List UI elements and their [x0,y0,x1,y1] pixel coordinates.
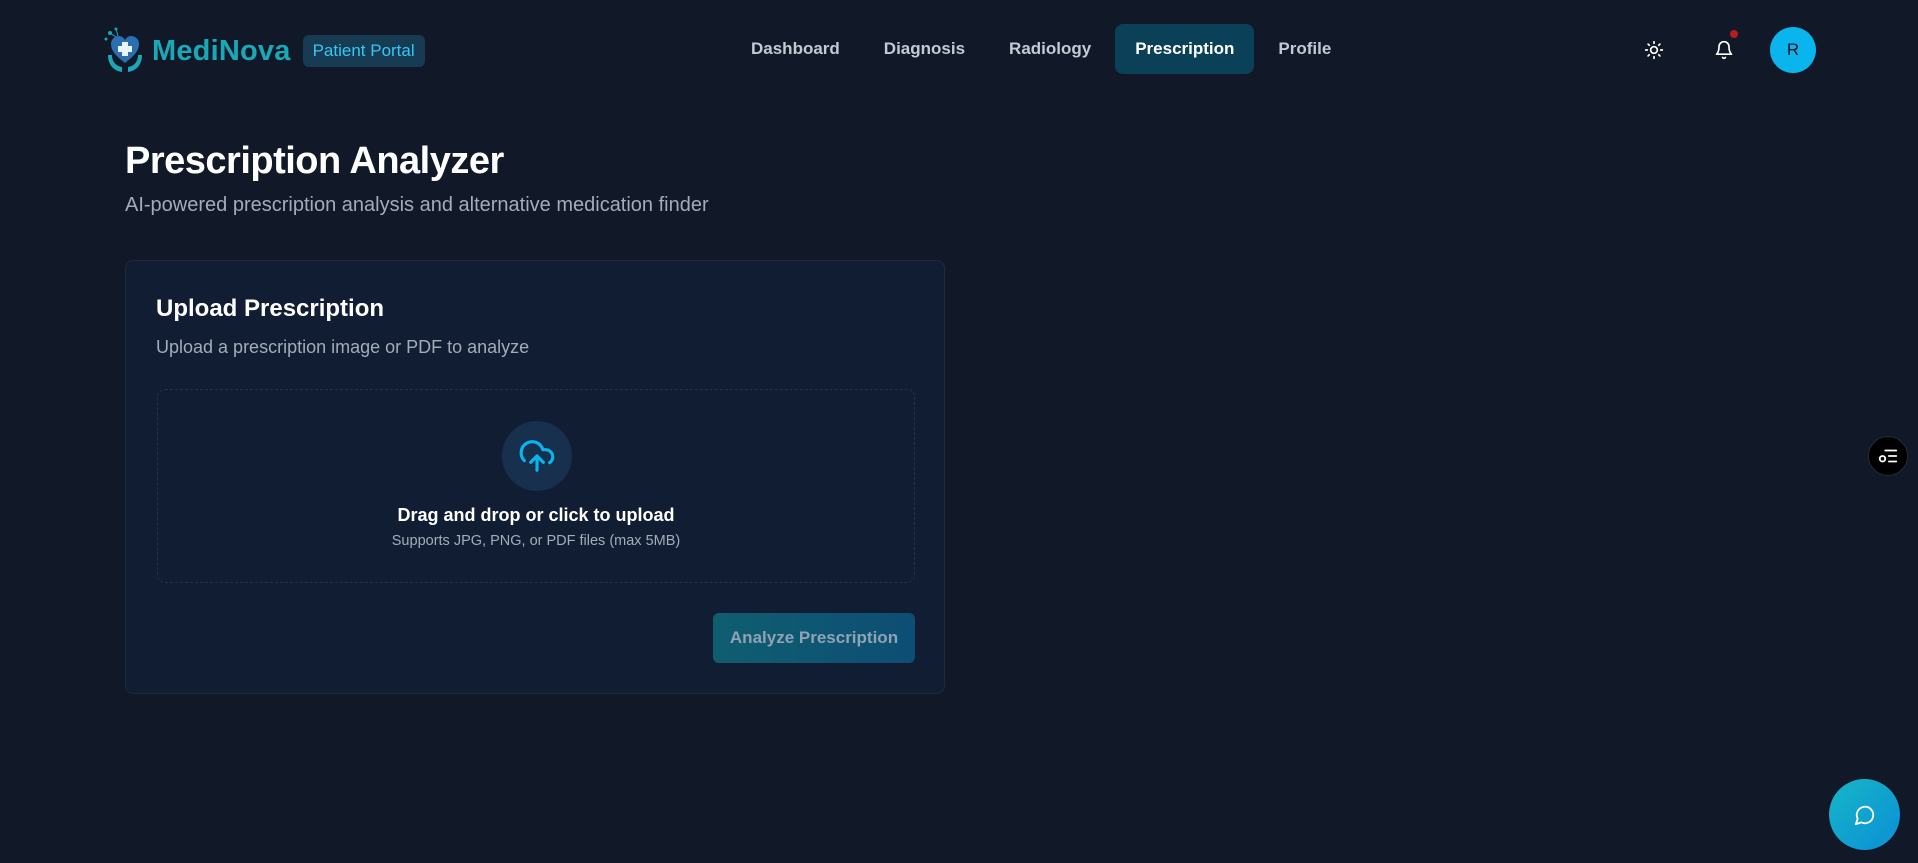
sun-icon [1644,40,1664,60]
avatar[interactable]: R [1770,27,1816,73]
chat-button[interactable] [1829,779,1900,850]
nav-item-radiology[interactable]: Radiology [989,24,1111,74]
brand-name: MediNova [152,34,291,67]
notification-dot [1730,30,1738,38]
nav-item-dashboard[interactable]: Dashboard [731,24,860,74]
page: MediNova Patient Portal Dashboard Diagno… [0,0,1918,863]
card-title: Upload Prescription [156,295,385,322]
theme-toggle-button[interactable] [1640,36,1668,64]
filter-list-icon [1878,449,1898,463]
medinova-logo-icon [104,27,142,72]
chat-bubble-icon [1854,805,1874,825]
portal-badge: Patient Portal [302,35,425,67]
upload-card: Upload Prescription Upload a prescriptio… [125,260,945,694]
analyze-prescription-button[interactable]: Analyze Prescription [713,613,915,663]
dropzone-title: Drag and drop or click to upload [397,505,675,525]
card-description: Upload a prescription image or PDF to an… [156,337,530,357]
upload-icon-circle [502,421,572,491]
bell-icon [1715,40,1733,60]
upload-dropzone[interactable]: Drag and drop or click to upload Support… [157,389,915,583]
nav-item-profile[interactable]: Profile [1258,24,1351,74]
main-nav: Dashboard Diagnosis Radiology Prescripti… [731,24,1351,74]
cloud-upload-icon [519,440,555,472]
dropzone-subtitle: Supports JPG, PNG, or PDF files (max 5MB… [391,533,681,549]
page-title: Prescription Analyzer [125,140,504,182]
logo[interactable]: MediNova Patient Portal [102,25,425,77]
page-subtitle: AI-powered prescription analysis and alt… [125,194,709,216]
side-panel-button[interactable] [1868,436,1908,476]
top-header: MediNova Patient Portal Dashboard Diagno… [0,0,1918,100]
nav-item-prescription[interactable]: Prescription [1115,24,1255,74]
notifications-button[interactable] [1710,30,1738,64]
nav-item-diagnosis[interactable]: Diagnosis [864,24,985,74]
